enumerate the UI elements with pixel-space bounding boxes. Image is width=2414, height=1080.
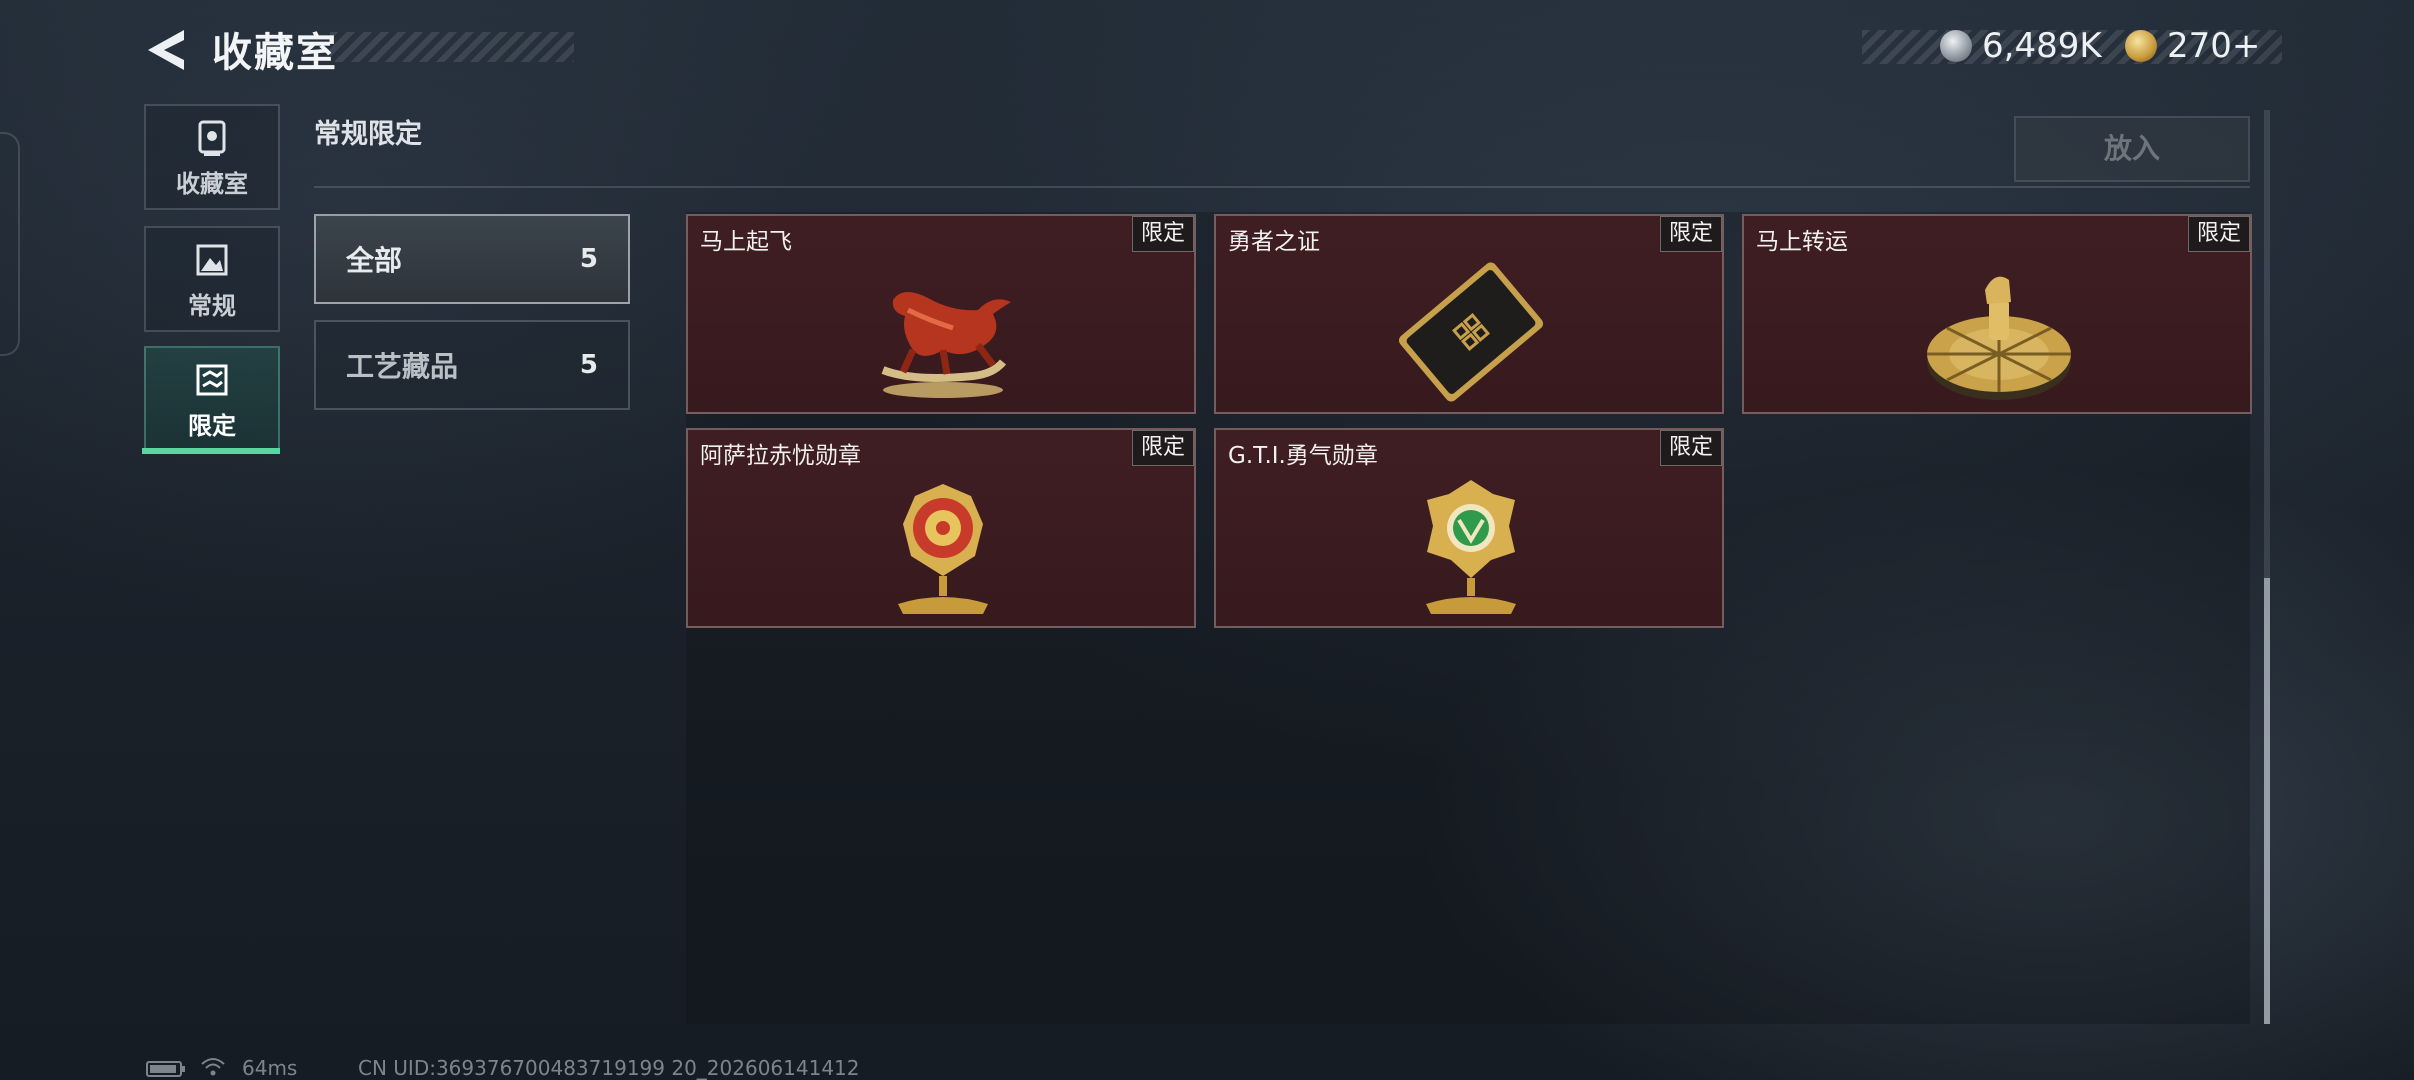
red-medal-icon bbox=[898, 484, 988, 614]
gold-coin-icon bbox=[2125, 30, 2157, 62]
item-card-brave[interactable]: 勇者之证 限定 bbox=[1214, 214, 1724, 414]
limited-icon bbox=[196, 364, 228, 396]
section-title: 常规限定 bbox=[314, 119, 422, 150]
red-horse-figure-icon bbox=[881, 291, 1011, 398]
item-name: G.T.I.勇气勋章 bbox=[1228, 443, 1378, 469]
item-card-horse[interactable]: 马上起飞 限定 bbox=[686, 214, 1196, 414]
item-card-wheel[interactable]: 马上转运 限定 bbox=[1742, 214, 2252, 414]
item-name: 勇者之证 bbox=[1228, 229, 1320, 255]
divider bbox=[314, 186, 2250, 188]
sidebar-item-limited[interactable]: 限定 bbox=[144, 346, 280, 452]
sidebar-item-collection[interactable]: 收藏室 bbox=[144, 104, 280, 210]
currency-gold: 270+ bbox=[2125, 26, 2260, 66]
currency-silver: 6,489K bbox=[1940, 26, 2102, 66]
wifi-icon bbox=[201, 1058, 225, 1076]
sidebar-item-label: 限定 bbox=[188, 412, 236, 440]
battery-icon bbox=[146, 1061, 185, 1077]
place-button[interactable]: 放入 bbox=[2014, 116, 2250, 182]
limited-tag: 限定 bbox=[2187, 216, 2250, 252]
golden-horse-wheel-icon bbox=[1927, 276, 2071, 400]
item-name: 阿萨拉赤忧勋章 bbox=[700, 443, 861, 469]
back-arrow-icon bbox=[148, 30, 184, 70]
silver-coin-icon bbox=[1940, 30, 1972, 62]
limited-tag: 限定 bbox=[1131, 216, 1194, 252]
trophy-icon bbox=[198, 120, 226, 156]
edge-handle[interactable] bbox=[0, 132, 20, 356]
filter-count: 5 bbox=[579, 350, 598, 380]
limited-tag: 限定 bbox=[1131, 430, 1194, 466]
filter-label: 全部 bbox=[346, 244, 403, 277]
green-medal-icon bbox=[1426, 480, 1516, 614]
back-button[interactable] bbox=[144, 26, 192, 74]
sidebar-item-regular[interactable]: 常规 bbox=[144, 226, 280, 332]
sidebar-item-label: 收藏室 bbox=[176, 170, 248, 198]
scrollbar-thumb[interactable] bbox=[2264, 578, 2270, 1024]
item-card-red-medal[interactable]: 阿萨拉赤忧勋章 限定 bbox=[686, 428, 1196, 628]
picture-icon bbox=[196, 244, 228, 276]
brave-card-icon bbox=[1398, 262, 1544, 402]
limited-tag: 限定 bbox=[1659, 430, 1722, 466]
filter-label: 工艺藏品 bbox=[346, 350, 459, 383]
active-indicator bbox=[142, 448, 280, 454]
uid-text: CN UID:369376700483719199 20_20260614141… bbox=[358, 1056, 860, 1080]
title-decoration bbox=[330, 32, 574, 62]
filter-count: 5 bbox=[579, 244, 598, 274]
sidebar-item-label: 常规 bbox=[188, 292, 236, 320]
ping-text: 64ms bbox=[242, 1056, 298, 1080]
page-title: 收藏室 bbox=[212, 30, 338, 76]
item-card-green-medal[interactable]: G.T.I.勇气勋章 限定 bbox=[1214, 428, 1724, 628]
item-name: 马上转运 bbox=[1756, 229, 1848, 255]
item-name: 马上起飞 bbox=[700, 229, 792, 255]
gold-amount: 270+ bbox=[2167, 26, 2261, 66]
filter-all[interactable]: 全部 5 bbox=[314, 214, 630, 304]
limited-tag: 限定 bbox=[1659, 216, 1722, 252]
silver-amount: 6,489K bbox=[1982, 26, 2102, 66]
filter-craft[interactable]: 工艺藏品 5 bbox=[314, 320, 630, 410]
